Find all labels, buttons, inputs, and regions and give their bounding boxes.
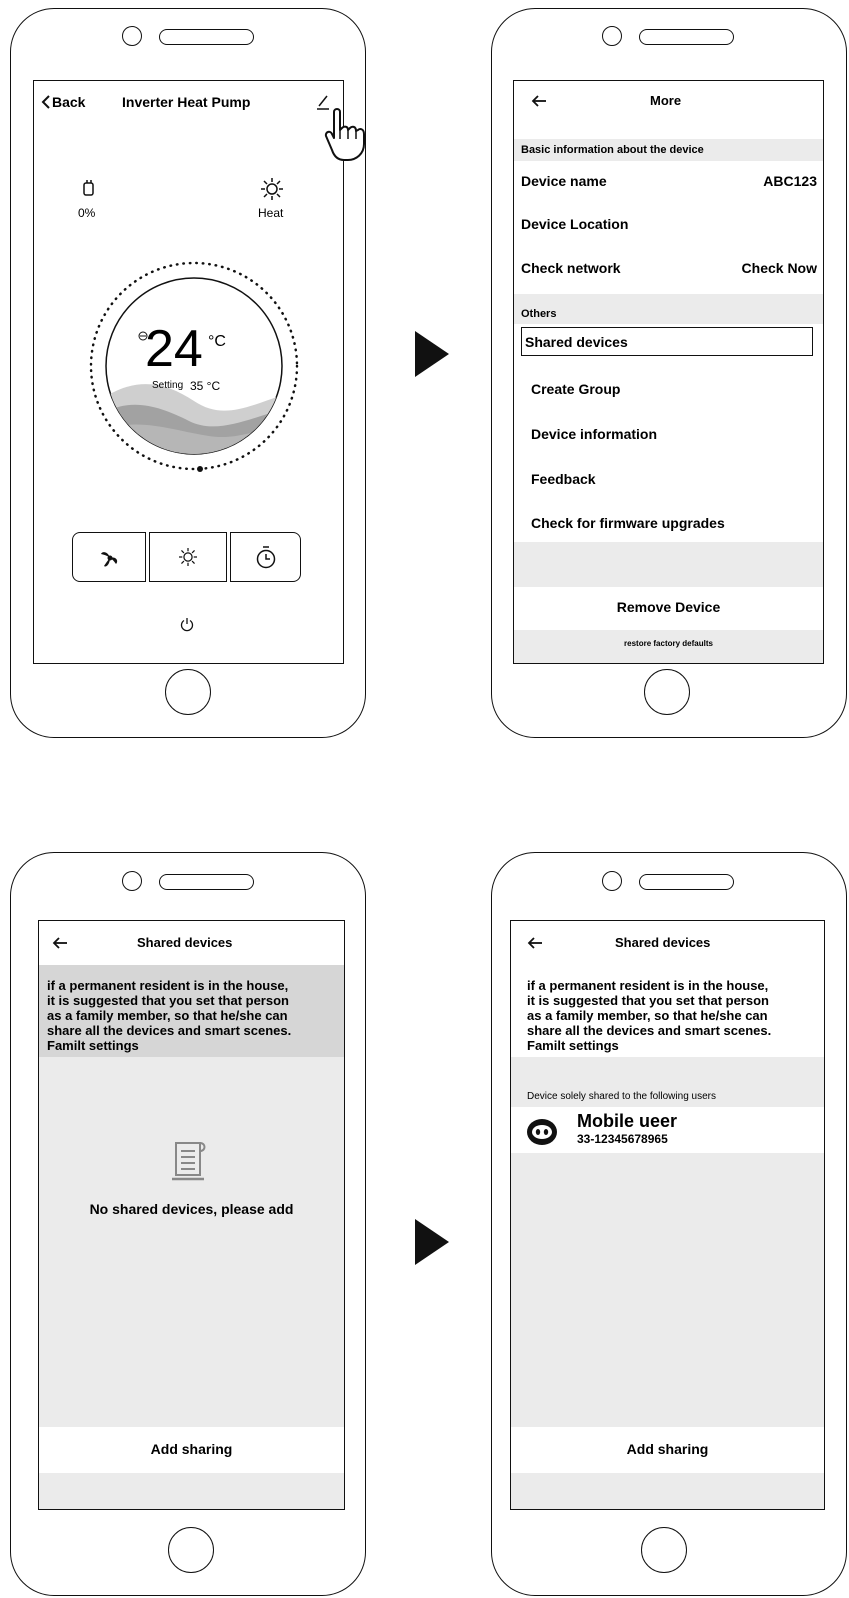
play-arrow-icon xyxy=(415,331,449,377)
notice-line: if a permanent resident is in the house, xyxy=(527,978,769,993)
notice-line: share all the devices and smart scenes. xyxy=(47,1023,292,1038)
timer-icon xyxy=(256,546,276,569)
device-location-label: Device Location xyxy=(521,216,629,232)
empty-list-area: No shared devices, please add xyxy=(39,1057,344,1463)
notice-line: it is suggested that you set that person xyxy=(527,993,769,1008)
create-group-label: Create Group xyxy=(531,381,621,397)
robot-avatar-icon xyxy=(527,1119,557,1145)
user-phone: 33-12345678965 xyxy=(577,1132,668,1146)
page-title: Shared devices xyxy=(137,935,233,950)
section-others-label: Others xyxy=(521,308,557,320)
speaker-grille xyxy=(639,29,734,45)
page-title: Inverter Heat Pump xyxy=(122,94,251,110)
restore-factory-label: restore factory defaults xyxy=(624,639,713,648)
notice-line: share all the devices and smart scenes. xyxy=(527,1023,772,1038)
list-item[interactable]: Mobile ueer 33-12345678965 xyxy=(511,1107,824,1153)
screen-heat-pump: Back Inverter Heat Pump 0% Heat 24 °C Se… xyxy=(33,80,344,664)
back-arrow-icon[interactable] xyxy=(531,94,547,108)
remove-device-button[interactable]: Remove Device xyxy=(514,587,823,629)
back-arrow-icon[interactable] xyxy=(527,936,543,950)
screen-shared-list: Shared devices if a permanent resident i… xyxy=(510,920,825,1510)
device-information-row[interactable]: Device information xyxy=(514,417,823,453)
feedback-label: Feedback xyxy=(531,471,596,487)
speaker-grille xyxy=(639,874,734,890)
check-now-link[interactable]: Check Now xyxy=(742,260,817,276)
camera-icon xyxy=(602,871,622,891)
spacer-gray xyxy=(514,542,823,587)
tap-hand-icon xyxy=(324,108,365,161)
temperature-unit: °C xyxy=(208,333,226,350)
back-arrow-icon[interactable] xyxy=(52,936,68,950)
user-name: Mobile ueer xyxy=(577,1111,678,1131)
shared-list-area: Device solely shared to the following us… xyxy=(511,1057,824,1427)
notice-line: as a family member, so that he/she can xyxy=(527,1008,768,1023)
restore-factory-button[interactable]: restore factory defaults xyxy=(514,630,823,663)
empty-message: No shared devices, please add xyxy=(89,1201,294,1217)
humidity-value: 0% xyxy=(78,206,96,220)
family-settings-link[interactable]: Familt settings xyxy=(47,1038,139,1053)
device-location-row[interactable]: Device Location xyxy=(514,204,823,244)
page-title: More xyxy=(650,93,682,108)
device-name-value: ABC123 xyxy=(763,173,817,189)
fan-icon xyxy=(101,552,118,567)
screen-more: More Basic information about the device … xyxy=(513,80,824,664)
home-button[interactable] xyxy=(641,1527,687,1573)
bottom-bar xyxy=(511,1473,824,1509)
mode-label: Heat xyxy=(258,206,284,220)
home-button[interactable] xyxy=(165,669,211,715)
shared-users-header: Device solely shared to the following us… xyxy=(527,1091,716,1102)
timer-button[interactable] xyxy=(230,532,301,582)
scroll-document-icon xyxy=(172,1142,206,1181)
section-header-basic: Basic information about the device xyxy=(514,139,823,161)
speaker-grille xyxy=(159,29,254,45)
notice-line: it is suggested that you set that person xyxy=(47,993,289,1008)
add-sharing-label: Add sharing xyxy=(626,1441,709,1457)
setting-value: 35 °C xyxy=(190,379,221,393)
play-arrow-icon xyxy=(415,1219,449,1265)
remove-device-label: Remove Device xyxy=(616,599,721,615)
create-group-row[interactable]: Create Group xyxy=(514,371,823,407)
chevron-left-icon[interactable] xyxy=(41,95,51,109)
add-sharing-button[interactable]: Add sharing xyxy=(39,1427,344,1473)
notice-line: if a permanent resident is in the house, xyxy=(47,978,289,993)
sun-icon xyxy=(179,548,197,566)
family-notice: if a permanent resident is in the house,… xyxy=(511,965,824,1057)
current-temperature: 24 xyxy=(145,320,203,378)
notice-line: as a family member, so that he/she can xyxy=(47,1008,288,1023)
home-button[interactable] xyxy=(168,1527,214,1573)
family-notice: if a permanent resident is in the house,… xyxy=(39,965,344,1057)
mode-button[interactable] xyxy=(149,532,227,582)
camera-icon xyxy=(602,26,622,46)
power-icon[interactable] xyxy=(180,617,194,632)
setting-label: Setting xyxy=(152,380,184,391)
back-button[interactable]: Back xyxy=(52,94,85,110)
screen-shared-empty: Shared devices if a permanent resident i… xyxy=(38,920,345,1510)
camera-icon xyxy=(122,26,142,46)
shared-devices-label: Shared devices xyxy=(525,334,628,350)
camera-icon xyxy=(122,871,142,891)
check-network-label: Check network xyxy=(521,260,621,276)
device-name-row[interactable]: Device name ABC123 xyxy=(514,161,823,201)
section-basic-label: Basic information about the device xyxy=(521,144,704,156)
home-button[interactable] xyxy=(644,669,690,715)
add-sharing-button[interactable]: Add sharing xyxy=(511,1427,824,1473)
firmware-label: Check for firmware upgrades xyxy=(531,515,725,531)
fan-button[interactable] xyxy=(72,532,146,582)
sun-icon xyxy=(261,178,283,200)
speaker-grille xyxy=(159,874,254,890)
device-name-label: Device name xyxy=(521,173,607,189)
family-settings-link[interactable]: Familt settings xyxy=(527,1038,619,1053)
page-title: Shared devices xyxy=(615,935,711,950)
shared-devices-row[interactable]: Shared devices xyxy=(521,327,813,356)
bottom-bar xyxy=(39,1473,344,1509)
add-sharing-label: Add sharing xyxy=(150,1441,233,1457)
section-header-others: Others xyxy=(514,294,823,324)
firmware-row[interactable]: Check for firmware upgrades xyxy=(514,506,823,542)
water-tank-icon xyxy=(83,180,94,196)
feedback-row[interactable]: Feedback xyxy=(514,462,823,498)
check-network-row[interactable]: Check network Check Now xyxy=(514,247,823,287)
device-information-label: Device information xyxy=(531,426,658,442)
